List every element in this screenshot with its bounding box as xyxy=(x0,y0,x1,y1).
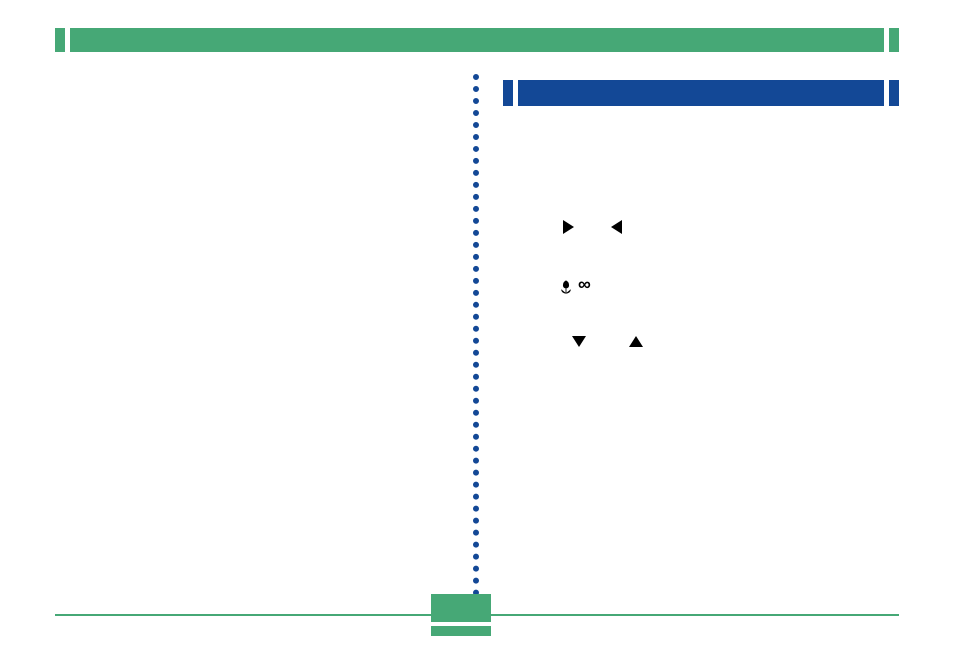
page-number-underbar xyxy=(431,626,491,636)
arrow-right-icon xyxy=(563,220,574,234)
blue-bar-cap-right xyxy=(889,80,899,106)
arrow-up-icon xyxy=(629,336,643,347)
top-bar-main xyxy=(70,28,884,52)
infinity-icon: ∞ xyxy=(578,275,591,293)
blue-bar-main xyxy=(518,80,884,106)
page-number-block xyxy=(431,594,491,622)
top-bar-cap-right xyxy=(889,28,899,52)
manual-page: ∞ xyxy=(55,28,899,618)
button-icon-cluster: ∞ xyxy=(545,220,725,360)
top-green-bar xyxy=(55,28,899,52)
column-divider xyxy=(473,74,479,596)
macro-tulip-icon xyxy=(559,280,573,294)
section-blue-bar xyxy=(503,80,899,106)
arrow-down-icon xyxy=(572,336,586,347)
top-bar-cap-left xyxy=(55,28,65,52)
blue-bar-cap-left xyxy=(503,80,513,106)
arrow-left-icon xyxy=(611,220,622,234)
infinity-glyph: ∞ xyxy=(578,274,591,294)
